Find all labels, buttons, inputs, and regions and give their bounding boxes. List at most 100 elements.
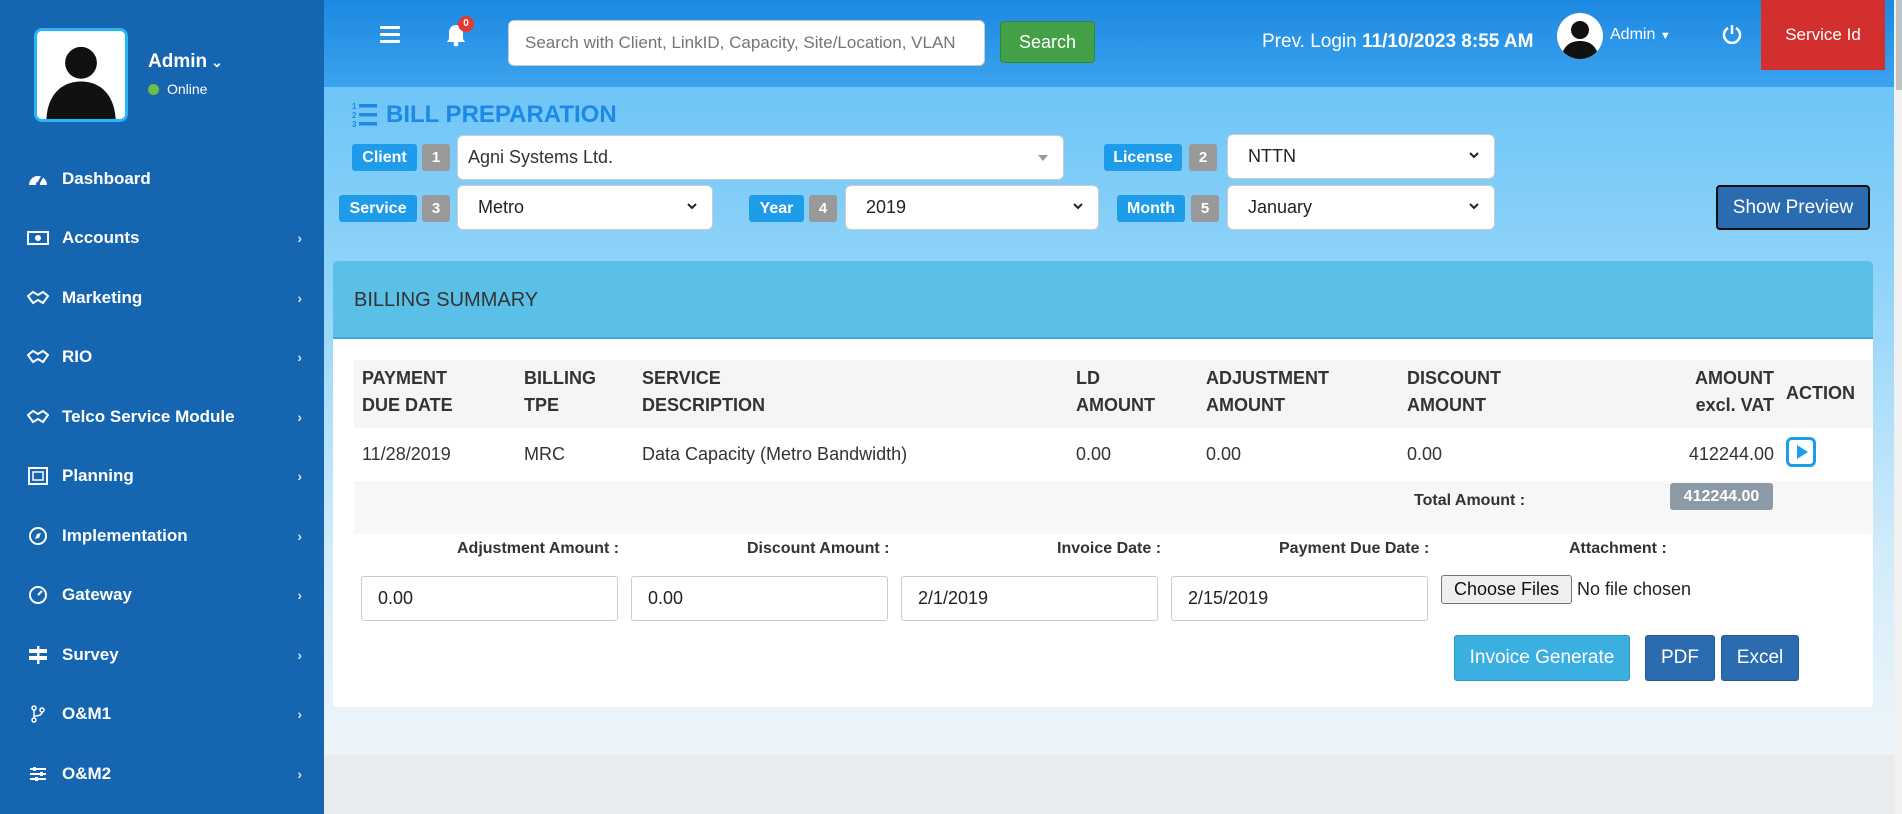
page-scrollbar-thumb[interactable]: [1896, 0, 1902, 90]
client-select[interactable]: Agni Systems Ltd.: [457, 135, 1064, 180]
col-header-adjustment-amount: ADJUSTMENT AMOUNT: [1206, 368, 1330, 415]
user-menu[interactable]: Admin ⌄: [148, 51, 223, 73]
col-header-amount-excl-vat: AMOUNT excl. VAT: [1695, 368, 1774, 415]
page-scrollbar[interactable]: [1894, 0, 1902, 814]
choose-files-button[interactable]: Choose Files: [1441, 575, 1572, 604]
service-select-value: Metro: [478, 197, 525, 217]
sidebar-item-dashboard[interactable]: Dashboard: [0, 149, 324, 209]
sidebar-item-gateway[interactable]: Gateway ›: [0, 566, 324, 626]
svg-text:3: 3: [352, 120, 357, 129]
cell-billing-type: MRC: [524, 444, 565, 464]
col-header-billing-type: BILLING TPE: [524, 368, 596, 415]
hamburger-menu-icon[interactable]: [380, 26, 400, 47]
payment-due-date-label: Payment Due Date :: [1279, 540, 1430, 557]
sidebar-item-label: RIO: [62, 347, 93, 367]
col-header-action: ACTION: [1786, 383, 1855, 403]
top-user-label: Admin: [1610, 26, 1656, 43]
chevron-down-icon: ⌄: [211, 54, 223, 70]
excel-button[interactable]: Excel: [1721, 635, 1799, 681]
chevron-down-icon: [1469, 152, 1479, 159]
svg-text:1: 1: [352, 102, 357, 111]
top-user-menu[interactable]: Admin ▼: [1610, 26, 1671, 44]
invoice-date-label: Invoice Date :: [1057, 540, 1162, 557]
payment-due-date-input[interactable]: [1171, 576, 1428, 621]
service-select[interactable]: Metro: [457, 185, 713, 230]
topbar: 0 Search Prev. Login 11/10/2023 8:55 AM …: [324, 0, 1902, 87]
status-text: Online: [167, 81, 208, 97]
adjustment-amount-input[interactable]: [361, 576, 618, 621]
chevron-right-icon: ›: [297, 349, 302, 366]
sidebar-item-om2[interactable]: O&M2 ›: [0, 744, 324, 804]
month-step-number: 5: [1191, 195, 1219, 222]
sliders-icon: [26, 764, 50, 784]
license-select[interactable]: NTTN: [1227, 134, 1495, 179]
prev-login-value: 11/10/2023 8:55 AM: [1361, 31, 1534, 52]
sidebar-nav: Dashboard Accounts › Marketing › RIO › T…: [0, 149, 324, 804]
sidebar-item-om1[interactable]: O&M1 ›: [0, 685, 324, 745]
top-avatar[interactable]: [1557, 13, 1603, 59]
sidebar-item-implementation[interactable]: Implementation ›: [0, 506, 324, 566]
notification-badge: 0: [458, 16, 474, 32]
sidebar-item-survey[interactable]: Survey ›: [0, 625, 324, 685]
user-silhouette-icon: [37, 31, 125, 119]
chevron-right-icon: ›: [297, 646, 302, 663]
page-title-text: BILL PREPARATION: [386, 101, 617, 128]
total-amount-badge: 412244.00: [1670, 483, 1773, 510]
month-select[interactable]: January: [1227, 185, 1495, 230]
chevron-down-icon: [1073, 203, 1083, 210]
sidebar-item-telco-service-module[interactable]: Telco Service Module ›: [0, 387, 324, 447]
power-icon[interactable]: [1722, 23, 1742, 45]
service-id-button[interactable]: Service Id: [1761, 0, 1885, 70]
search-button[interactable]: Search: [1000, 21, 1095, 63]
sidebar-item-label: Marketing: [62, 287, 143, 307]
col-header-discount-amount: DISCOUNT AMOUNT: [1407, 368, 1501, 415]
license-label: License: [1104, 144, 1182, 171]
blueprint-icon: [26, 466, 50, 486]
page-title: 1 2 3 BILL PREPARATION: [352, 101, 617, 129]
sidebar-item-label: Gateway: [62, 585, 132, 605]
col-header-ld-amount: LD AMOUNT: [1076, 368, 1155, 415]
chevron-down-icon: [687, 203, 697, 210]
svg-text:2: 2: [352, 111, 357, 120]
month-select-value: January: [1248, 197, 1313, 217]
service-step-number: 3: [422, 195, 450, 222]
sidebar-item-label: Accounts: [62, 228, 140, 248]
search-input[interactable]: [508, 20, 985, 66]
license-select-value: NTTN: [1248, 146, 1296, 166]
sidebar-item-planning[interactable]: Planning ›: [0, 447, 324, 507]
compass-icon: [26, 526, 50, 546]
caret-down-icon: ▼: [1659, 30, 1671, 42]
total-row: [354, 481, 1873, 534]
col-header-payment-due: PAYMENT DUE DATE: [362, 368, 453, 415]
user-silhouette-icon: [1561, 21, 1599, 59]
sidebar-item-marketing[interactable]: Marketing ›: [0, 268, 324, 328]
caret-down-icon: [1038, 155, 1048, 161]
chevron-right-icon: ›: [297, 527, 302, 544]
avatar: [34, 28, 128, 122]
online-dot-icon: [148, 83, 159, 95]
sidebar-item-rio[interactable]: RIO ›: [0, 328, 324, 388]
sidebar-item-label: Dashboard: [62, 168, 151, 188]
invoice-generate-button[interactable]: Invoice Generate: [1454, 635, 1630, 681]
year-label: Year: [749, 195, 804, 222]
branch-icon: [26, 704, 50, 724]
sidebar-item-label: Survey: [62, 644, 119, 664]
sidebar-item-accounts[interactable]: Accounts ›: [0, 209, 324, 269]
client-label: Client: [352, 144, 417, 171]
client-select-value: Agni Systems Ltd.: [468, 147, 614, 167]
total-amount-label: Total Amount :: [1414, 492, 1526, 509]
handshake-icon: [26, 288, 50, 308]
play-circle-icon[interactable]: [1786, 437, 1816, 467]
show-preview-button[interactable]: Show Preview: [1716, 185, 1870, 230]
discount-amount-input[interactable]: [631, 576, 888, 621]
card-header: BILLING SUMMARY: [333, 261, 1873, 339]
year-select[interactable]: 2019: [845, 185, 1099, 230]
cell-discount-amount: 0.00: [1407, 444, 1443, 464]
pdf-button[interactable]: PDF: [1645, 635, 1715, 681]
year-step-number: 4: [809, 195, 837, 222]
sidebar-item-label: Implementation: [62, 525, 188, 545]
invoice-date-input[interactable]: [901, 576, 1158, 621]
sidebar-item-label: Telco Service Module: [62, 406, 235, 426]
signpost-icon: [26, 645, 50, 665]
card-title: BILLING SUMMARY: [354, 289, 539, 311]
